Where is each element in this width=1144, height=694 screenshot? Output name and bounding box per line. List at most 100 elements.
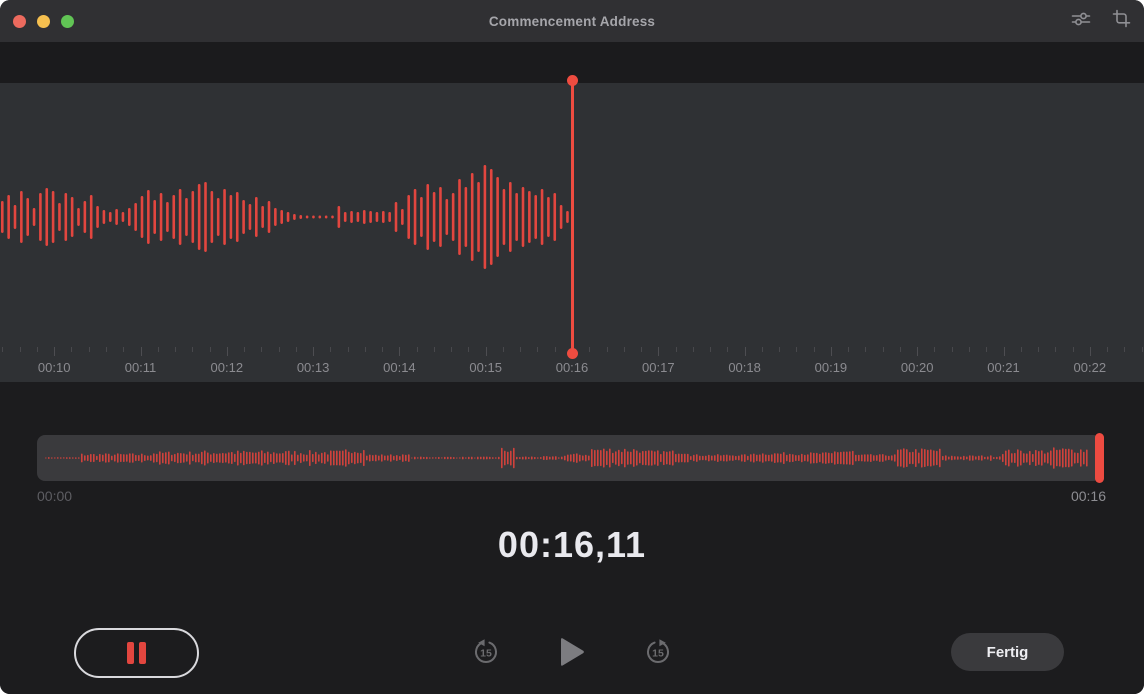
timeline-tick <box>261 347 263 352</box>
play-button[interactable] <box>557 636 587 671</box>
timeline-label: 00:15 <box>469 360 502 375</box>
timeline-label: 00:19 <box>814 360 848 375</box>
timeline-tick <box>330 347 332 352</box>
timeline-tick <box>830 347 832 356</box>
pause-icon <box>139 642 146 664</box>
playhead-top-dot[interactable] <box>566 75 578 86</box>
timeline-tick <box>779 347 781 352</box>
crop-icon <box>1112 9 1131 33</box>
timeline-tick <box>485 347 487 356</box>
svg-text:15: 15 <box>480 647 492 659</box>
timeline-tick <box>623 347 625 352</box>
titlebar: Commencement Address <box>0 0 1144 42</box>
timeline-tick <box>105 347 107 352</box>
timeline-label: 00:22 <box>1073 360 1107 375</box>
overview-position-handle[interactable] <box>1095 433 1104 483</box>
timeline-tick <box>606 347 608 352</box>
transport-controls: 15 15 Fertig <box>0 628 1144 680</box>
svg-text:15: 15 <box>652 647 664 659</box>
timeline-tick <box>951 347 953 352</box>
timeline-tick <box>502 347 504 352</box>
timeline-tick <box>710 347 712 352</box>
timeline-tick <box>71 347 73 352</box>
timeline-tick <box>968 347 970 352</box>
skip-forward-15-button[interactable]: 15 <box>644 638 672 669</box>
timeline-label: 00:11 <box>124 360 157 375</box>
timeline-label: 00:12 <box>210 360 244 375</box>
overview-waveform <box>45 447 1088 469</box>
timeline-tick <box>157 347 159 352</box>
overview-strip[interactable] <box>37 433 1104 483</box>
crop-button[interactable] <box>1108 8 1134 34</box>
titlebar-actions <box>1068 0 1134 42</box>
playhead[interactable] <box>566 75 578 359</box>
timeline-label: 00:20 <box>900 360 934 375</box>
timeline-tick <box>727 347 729 352</box>
timeline-tick <box>848 347 850 352</box>
timeline-tick <box>347 347 349 352</box>
timeline-label: 00:14 <box>383 360 416 375</box>
timeline-tick <box>641 347 643 352</box>
timeline-tick <box>226 347 228 356</box>
timeline-label: 00:21 <box>987 360 1020 375</box>
elapsed-time: 00:16,11 <box>497 524 647 565</box>
timeline-tick <box>88 347 90 352</box>
timeline-tick <box>986 347 988 352</box>
timeline-tick <box>123 347 125 352</box>
timeline-tick <box>468 347 470 352</box>
timeline-tick <box>1089 347 1091 356</box>
timeline-tick <box>1107 347 1109 352</box>
waveform-adjust-button[interactable] <box>1068 8 1094 34</box>
timeline-tick <box>761 347 763 352</box>
timeline-tick <box>278 347 280 352</box>
timeline-tick <box>1055 347 1057 352</box>
pause-button[interactable] <box>74 628 199 678</box>
timeline-tick <box>295 347 297 352</box>
voice-memos-window: Commencement Address 00:10 00:11 00:12 0… <box>0 0 1144 694</box>
timeline-label: 00:17 <box>642 360 675 375</box>
done-button[interactable]: Fertig <box>951 633 1064 671</box>
timeline-tick <box>36 347 38 352</box>
timeline-tick <box>192 347 194 352</box>
timeline-tick <box>54 347 56 356</box>
timeline-label: 00:18 <box>728 360 761 375</box>
timeline-tick <box>416 347 418 352</box>
timeline-tick <box>796 347 798 352</box>
timeline-tick <box>433 347 435 352</box>
timeline-tick <box>364 347 366 352</box>
timeline-tick <box>934 347 936 352</box>
timeline-tick <box>1141 347 1143 352</box>
pause-icon <box>127 642 134 664</box>
timeline-tick <box>744 347 746 356</box>
timeline-tick <box>675 347 677 352</box>
timeline-label: 00:10 <box>37 360 71 375</box>
timeline-tick <box>140 347 142 356</box>
timeline-tick <box>865 347 867 352</box>
timeline-tick <box>537 347 539 352</box>
timeline-tick <box>175 347 177 352</box>
timeline-label: 00:16 <box>555 360 589 375</box>
timeline-tick <box>2 347 4 352</box>
overview-start-time: 00:00 <box>37 488 73 504</box>
skip-back-15-button[interactable]: 15 <box>472 638 500 669</box>
skip-forward-15-icon: 15 <box>644 638 672 669</box>
timeline-tick <box>451 347 453 352</box>
timeline-tick <box>382 347 384 352</box>
timeline-tick <box>692 347 694 352</box>
timeline-tick <box>1020 347 1022 352</box>
skip-back-15-icon: 15 <box>472 638 500 669</box>
timeline-tick <box>899 347 901 352</box>
timeline-tick <box>1038 347 1040 352</box>
timeline-tick <box>313 347 315 356</box>
timeline-tick <box>1124 347 1126 352</box>
timeline-tick <box>520 347 522 352</box>
timeline-tick <box>244 347 246 352</box>
timeline-tick <box>554 347 556 352</box>
playback-buttons: 15 15 <box>472 628 672 678</box>
timeline-tick <box>1072 347 1074 352</box>
window-title: Commencement Address <box>488 13 656 29</box>
timeline-tick <box>209 347 211 352</box>
playhead-bottom-dot[interactable] <box>566 348 578 359</box>
overview-end-time: 00:16 <box>1070 488 1106 504</box>
timeline-tick <box>19 347 21 352</box>
